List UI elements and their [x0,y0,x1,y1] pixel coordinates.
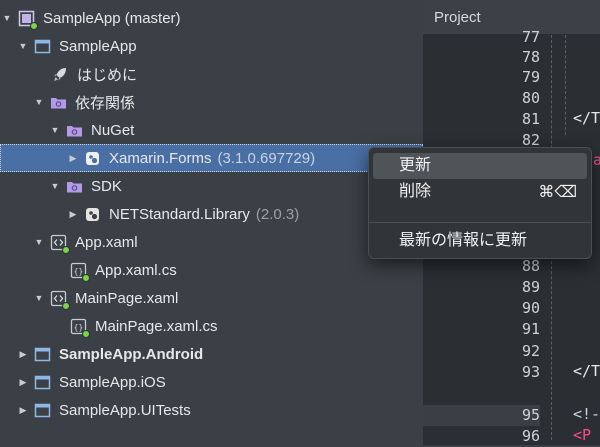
mainpage-xaml-label: MainPage.xaml [75,289,179,307]
tree-row-xamarin-forms[interactable]: ▶ Xamarin.Forms (3.1.0.697729) [0,144,423,172]
svg-text:{}: {} [74,323,84,332]
code-file-icon: {} [70,318,90,338]
menu-separator [369,222,591,223]
chevron-right-icon[interactable]: ▶ [18,405,28,415]
tree-row-ios[interactable]: ▶ SampleApp.iOS [0,368,423,396]
xaml-file-icon [50,290,70,310]
chevron-down-icon[interactable]: ▼ [50,181,60,191]
project-label: SampleApp [59,37,137,55]
package-icon [84,206,101,223]
uitests-label: SampleApp.UITests [59,401,191,419]
line-number: 95 [423,405,540,426]
chevron-right-icon[interactable]: ▶ [18,349,28,359]
sdk-label: SDK [91,177,122,195]
ios-label: SampleApp.iOS [59,373,166,391]
folder-gear-icon [50,94,67,111]
line-number: 92 [521,342,540,360]
tree-row-android[interactable]: ▶ SampleApp.Android [0,340,423,368]
tree-row-app-xaml-cs[interactable]: {} App.xaml.cs [0,256,423,284]
status-badge [82,329,90,338]
project-icon [34,346,51,363]
tree-row-netstandard[interactable]: ▶ NETStandard.Library (2.0.3) [0,200,423,228]
line-number: 90 [521,299,540,317]
status-badge [30,21,38,30]
tree-row-mainpage-xaml-cs[interactable]: {} MainPage.xaml.cs [0,312,423,340]
app-xaml-label: App.xaml [75,233,138,251]
xamarin-forms-version: (3.1.0.697729) [217,149,316,167]
solution-icon [18,10,38,30]
editor-title: Project [434,9,481,26]
status-badge [62,245,70,254]
status-badge [62,301,70,310]
svg-text:{}: {} [74,267,84,276]
chevron-right-icon[interactable]: ▶ [68,153,78,163]
tree-row-solution[interactable]: ▼ SampleApp (master) [0,4,423,32]
line-number: 78 [521,48,540,66]
menu-item-update[interactable]: 更新 [373,153,587,179]
project-icon [34,402,51,419]
line-number: 81 [521,110,540,128]
app-xaml-cs-label: App.xaml.cs [95,261,177,279]
line-number: 80 [521,89,540,107]
tree-row-sdk[interactable]: ▼ SDK [0,172,423,200]
line-number: 96 [521,427,540,445]
line-number: 89 [521,278,540,296]
project-icon [34,38,51,55]
menu-item-label: 更新 [399,157,432,174]
netstandard-label: NETStandard.Library [109,205,250,223]
menu-item-delete[interactable]: 削除 ⌘⌫ [373,179,587,205]
code-line: <P [573,426,592,444]
chevron-down-icon[interactable]: ▼ [34,293,44,303]
tree-row-uitests[interactable]: ▶ SampleApp.UITests [0,396,423,424]
menu-item-label: 削除 [399,183,432,200]
code-line: </T [573,109,600,127]
tree-row-nuget[interactable]: ▼ NuGet [0,116,423,144]
code-line: <!- [573,405,600,423]
chevron-down-icon[interactable]: ▼ [34,237,44,247]
code-line: </T [573,362,600,380]
tree-row-getting-started[interactable]: はじめに [0,60,423,88]
nuget-label: NuGet [91,121,135,139]
chevron-down-icon[interactable]: ▼ [2,13,12,23]
chevron-down-icon[interactable]: ▼ [18,41,28,51]
chevron-down-icon[interactable]: ▼ [50,125,60,135]
project-icon [34,374,51,391]
status-badge [82,273,90,282]
folder-gear-icon [66,122,83,139]
dependencies-label: 依存関係 [75,94,136,112]
tree-row-project[interactable]: ▼ SampleApp [0,32,423,60]
line-number: 77 [521,28,540,46]
android-label: SampleApp.Android [59,345,204,363]
chevron-down-icon[interactable]: ▼ [34,97,44,107]
tree-row-dependencies[interactable]: ▼ 依存関係 [0,88,423,116]
chevron-right-icon[interactable]: ▶ [18,377,28,387]
rocket-icon [52,66,69,83]
shortcut-label: ⌘⌫ [538,182,577,201]
menu-item-refresh-latest[interactable]: 最新の情報に更新 [373,228,587,254]
line-number: 91 [521,320,540,338]
package-icon [84,150,101,167]
getting-started-label: はじめに [77,66,138,84]
tree-row-app-xaml[interactable]: ▼ App.xaml [0,228,423,256]
solution-label: SampleApp (master) [43,9,181,27]
xaml-file-icon [50,234,70,254]
indent-guide [565,35,566,135]
xamarin-forms-label: Xamarin.Forms [109,149,212,167]
solution-tree: ▼ SampleApp (master) ▼ SampleApp はじめに ▼ … [0,0,423,445]
code-line: a [593,151,600,169]
line-number: 88 [521,257,540,275]
mainpage-xaml-cs-label: MainPage.xaml.cs [95,317,218,335]
menu-item-label: 最新の情報に更新 [399,232,528,249]
line-number: 79 [521,68,540,86]
tree-row-mainpage-xaml[interactable]: ▼ MainPage.xaml [0,284,423,312]
code-file-icon: {} [70,262,90,282]
line-number: 93 [521,363,540,381]
folder-gear-icon [66,178,83,195]
chevron-right-icon[interactable]: ▶ [68,209,78,219]
context-menu: 更新 削除 ⌘⌫ 最新の情報に更新 [368,147,592,259]
netstandard-version: (2.0.3) [255,205,300,223]
